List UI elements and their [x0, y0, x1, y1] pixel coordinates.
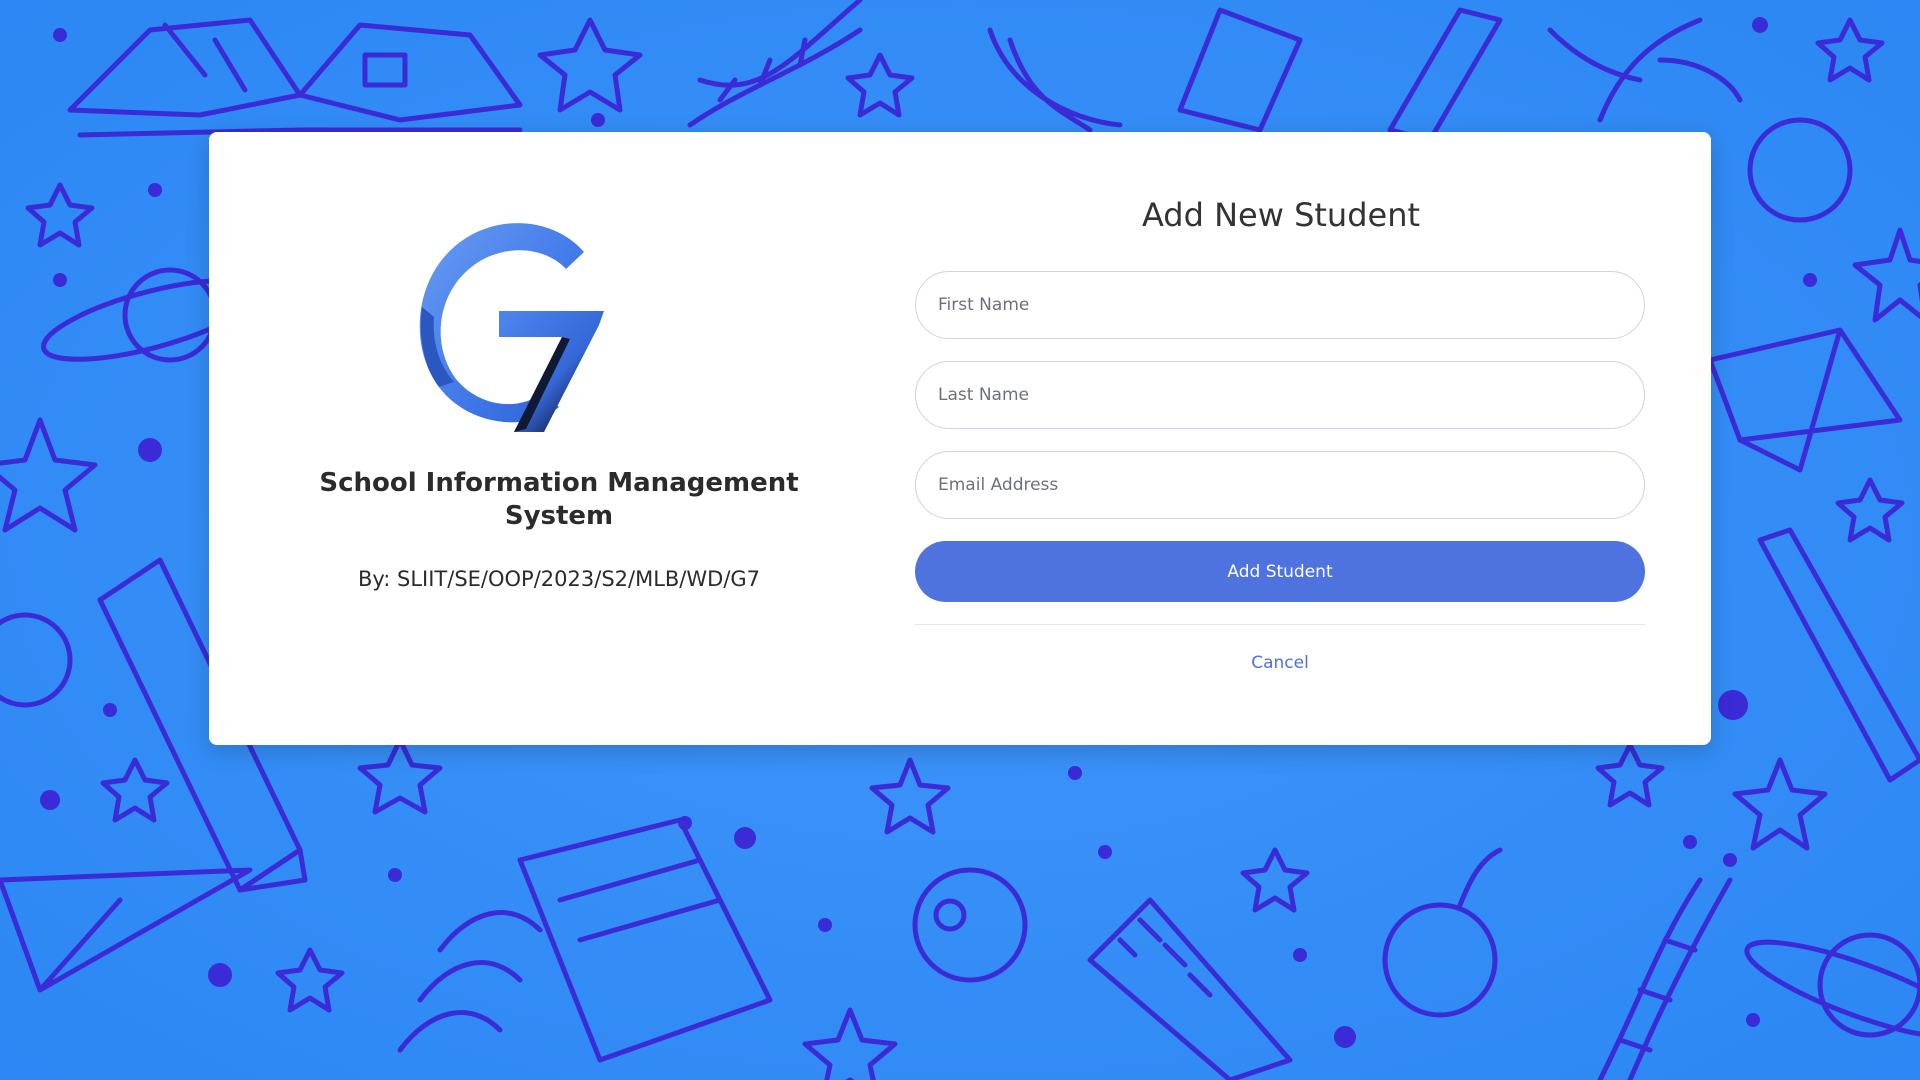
brand-panel: School Information Management System By:…	[209, 132, 909, 745]
form-title: Add New Student	[1141, 196, 1421, 234]
g7-logo-icon	[419, 223, 604, 432]
app-title: School Information Management System	[319, 468, 799, 531]
last-name-input[interactable]	[915, 361, 1645, 429]
add-student-button[interactable]: Add Student	[915, 541, 1645, 602]
form-panel: Add New Student Add Student Cancel	[915, 132, 1647, 745]
email-input[interactable]	[915, 451, 1645, 519]
cancel-link[interactable]: Cancel	[915, 653, 1645, 673]
add-student-card: School Information Management System By:…	[209, 132, 1711, 745]
divider	[915, 624, 1645, 625]
byline: By: SLIIT/SE/OOP/2023/S2/MLB/WD/G7	[357, 567, 761, 591]
first-name-input[interactable]	[915, 271, 1645, 339]
